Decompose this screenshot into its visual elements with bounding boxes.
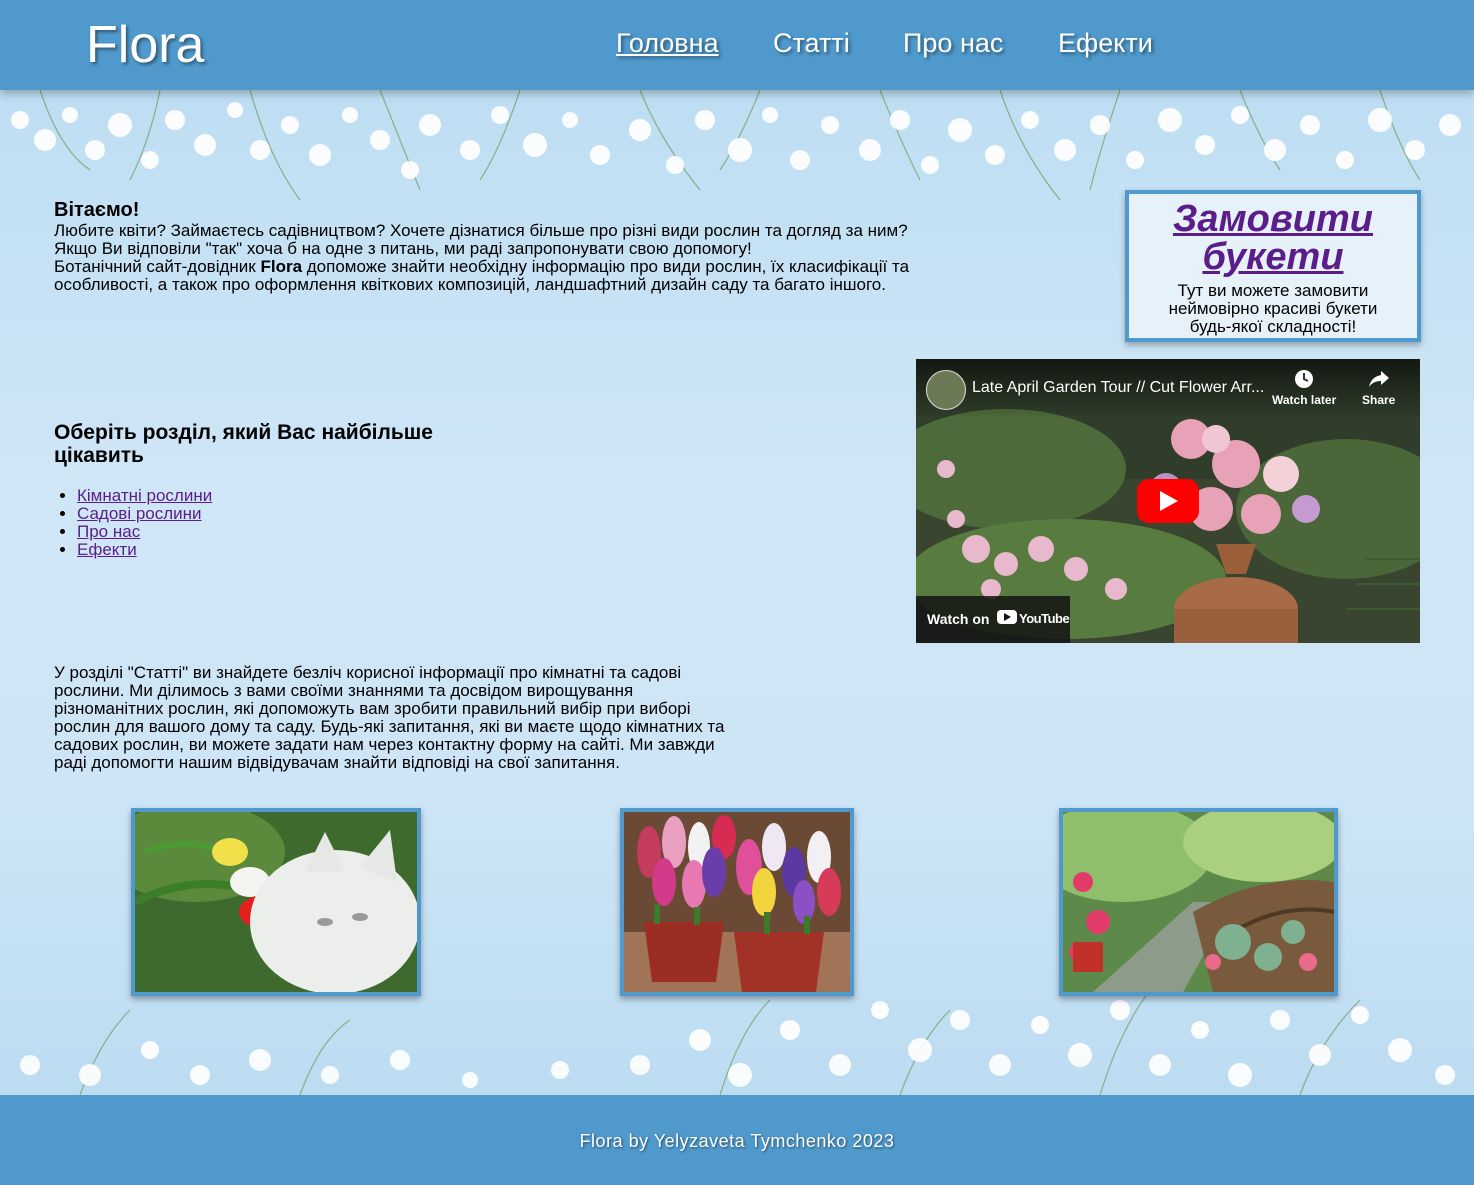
articles-description: У розділі "Статті" ви знайдете безліч ко… [54,663,725,772]
welcome-line-2: Якщо Ви відповіли "так" хоча б на одне з… [54,239,752,258]
youtube-video-embed[interactable]: Late April Garden Tour // Cut Flower Arr… [916,359,1420,643]
photo-cat-tulips [131,808,421,996]
brand-name: Flora [260,257,303,276]
video-title[interactable]: Late April Garden Tour // Cut Flower Arr… [972,379,1264,397]
list-item: Кімнатні рослини [77,487,212,505]
photo-hyacinths [620,808,854,996]
watch-on-youtube-button[interactable]: Watch on YouTube [916,596,1070,643]
nav-articles[interactable]: Статті [773,28,850,59]
hyacinths-image [624,812,850,992]
share-icon [1368,371,1389,387]
share-button[interactable]: Share [1362,369,1395,407]
order-bouquets-box: Замовити букети Тут ви можете замовити н… [1125,190,1421,342]
section-link-about[interactable]: Про нас [77,522,140,541]
footer-copyright: Flora by Yelyzaveta Tymchenko 2023 [579,1131,895,1151]
cat-tulips-image [135,812,417,992]
list-item: Садові рослини [77,505,212,523]
section-link-indoor-plants[interactable]: Кімнатні рослини [77,486,212,505]
photo-succulents [1059,808,1338,996]
watch-later-button[interactable]: Watch later [1272,369,1336,407]
list-item: Ефекти [77,541,212,559]
welcome-text: Любите квіти? Займаєтесь садівництвом? Х… [54,222,954,294]
section-link-effects[interactable]: Ефекти [77,540,137,559]
clock-icon [1295,370,1314,388]
sections-heading: Оберіть розділ, який Вас найбільше цікав… [54,421,433,467]
order-description: Тут ви можете замовити неймовірно красив… [1168,281,1378,336]
succulents-image [1063,812,1334,992]
order-bouquets-link[interactable]: Замовити букети [1129,200,1417,276]
welcome-heading: Вітаємо! [54,199,140,221]
section-link-garden-plants[interactable]: Садові рослини [77,504,202,523]
play-icon [1160,491,1178,511]
play-button[interactable] [1137,479,1199,523]
main-content: Вітаємо! Любите квіти? Займаєтесь садівн… [0,0,1474,1185]
site-header: Flora Головна Статті Про нас Ефекти [0,0,1474,90]
list-item: Про нас [77,523,212,541]
channel-avatar[interactable] [926,370,966,410]
nav-about[interactable]: Про нас [903,28,1003,59]
site-logo[interactable]: Flora [86,14,204,76]
welcome-line-1: Любите квіти? Займаєтесь садівництвом? Х… [54,221,908,240]
nav-home[interactable]: Головна [616,28,719,59]
nav-effects[interactable]: Ефекти [1058,28,1153,59]
sections-list: Кімнатні рослини Садові рослини Про нас … [54,487,212,559]
welcome-line-3: Ботанічний сайт-довідник Flora допоможе … [54,257,910,294]
